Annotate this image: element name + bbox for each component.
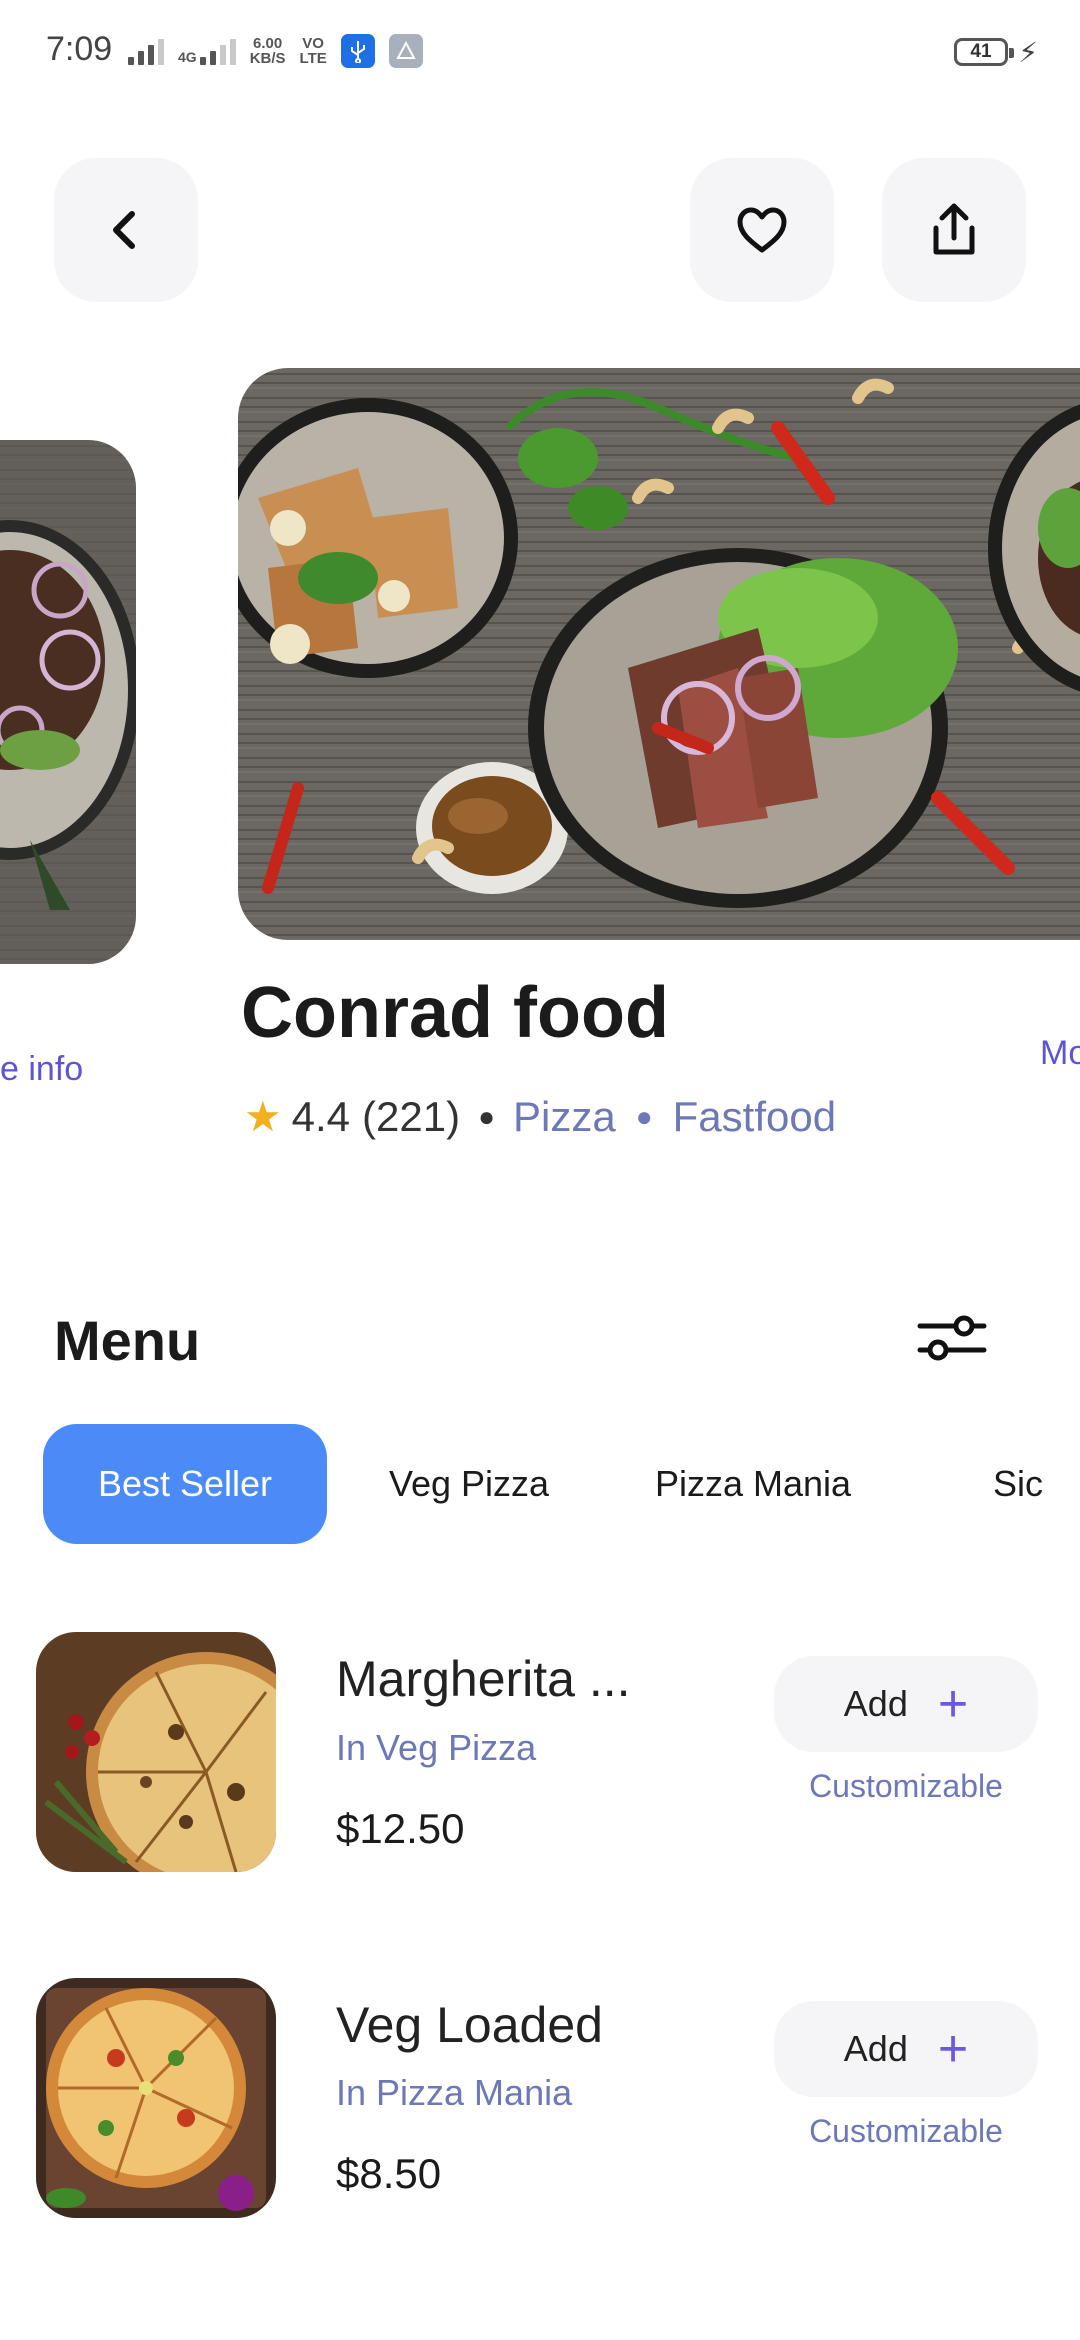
back-button[interactable] [54, 158, 198, 302]
heart-icon [737, 207, 787, 253]
category-fastfood[interactable]: Fastfood [673, 1093, 836, 1141]
share-icon [933, 203, 975, 255]
navigation-icon [388, 34, 423, 68]
plus-icon: + [937, 2020, 969, 2078]
chevron-left-icon [113, 211, 135, 249]
previous-restaurant-image[interactable] [0, 440, 136, 964]
tab-pizza-mania[interactable]: Pizza Mania [611, 1424, 895, 1544]
star-icon: ★ [244, 1093, 282, 1140]
filter-button[interactable] [916, 1302, 988, 1374]
rating-value: 4.4 [291, 1092, 351, 1140]
add-button-label: Add [843, 2028, 908, 2069]
menu-item-price: $12.50 [336, 1805, 465, 1852]
menu-item-category: In Veg Pizza [336, 1727, 537, 1768]
add-button-label: Add [843, 1683, 908, 1724]
add-item-button[interactable]: Add + [774, 1656, 1038, 1752]
separator-dot: ● [478, 1100, 496, 1132]
review-count: (221) [362, 1092, 461, 1140]
category-pizza[interactable]: Pizza [513, 1093, 616, 1141]
network-speed: 6.00 KB/S [249, 35, 286, 67]
usb-icon [340, 34, 375, 68]
charging-bolt-icon: ⚡ [1018, 37, 1038, 68]
restaurant-hero-image[interactable] [238, 368, 1080, 940]
tab-veg-pizza[interactable]: Veg Pizza [327, 1424, 611, 1544]
status-icons: 4G 6.00 KB/S VO LTE [128, 34, 423, 68]
menu-item-category: In Pizza Mania [336, 2072, 573, 2113]
share-button[interactable] [882, 158, 1026, 302]
volte-indicator: VO LTE [299, 35, 327, 67]
menu-title: Menu [54, 1309, 201, 1372]
next-restaurant-more-info-link[interactable]: Mo [1040, 1034, 1080, 1073]
customizable-label: Customizable [809, 2113, 1003, 2149]
menu-category-tabs: Best Seller Veg Pizza Pizza Mania Sic [43, 1424, 1080, 1544]
menu-item-price: $8.50 [336, 2150, 442, 2197]
sliders-icon [917, 1315, 987, 1361]
previous-restaurant-more-info-link[interactable]: e info [0, 1050, 83, 1089]
menu-item-name[interactable]: Veg Loaded [336, 1996, 603, 2054]
add-item-button[interactable]: Add + [774, 2001, 1038, 2097]
plus-icon: + [937, 1675, 969, 1733]
battery-icon: 41 [954, 38, 1014, 66]
4g-signal-icon: 4G [178, 37, 236, 65]
menu-item-image[interactable] [36, 1632, 276, 1872]
signal-icon [128, 37, 164, 65]
menu-item-image[interactable] [36, 1978, 276, 2218]
favorite-button[interactable] [690, 158, 834, 302]
status-time: 7:09 [46, 30, 113, 68]
restaurant-name: Conrad food [241, 973, 669, 1053]
tab-best-seller[interactable]: Best Seller [43, 1424, 327, 1544]
separator-dot: ● [635, 1100, 653, 1132]
restaurant-meta: ★ 4.4 (221) ● Pizza ● Fastfood [244, 1092, 836, 1141]
menu-item-name[interactable]: Margherita ... [336, 1650, 631, 1708]
tab-sides[interactable]: Sic [895, 1424, 1080, 1544]
customizable-label: Customizable [809, 1768, 1003, 1804]
